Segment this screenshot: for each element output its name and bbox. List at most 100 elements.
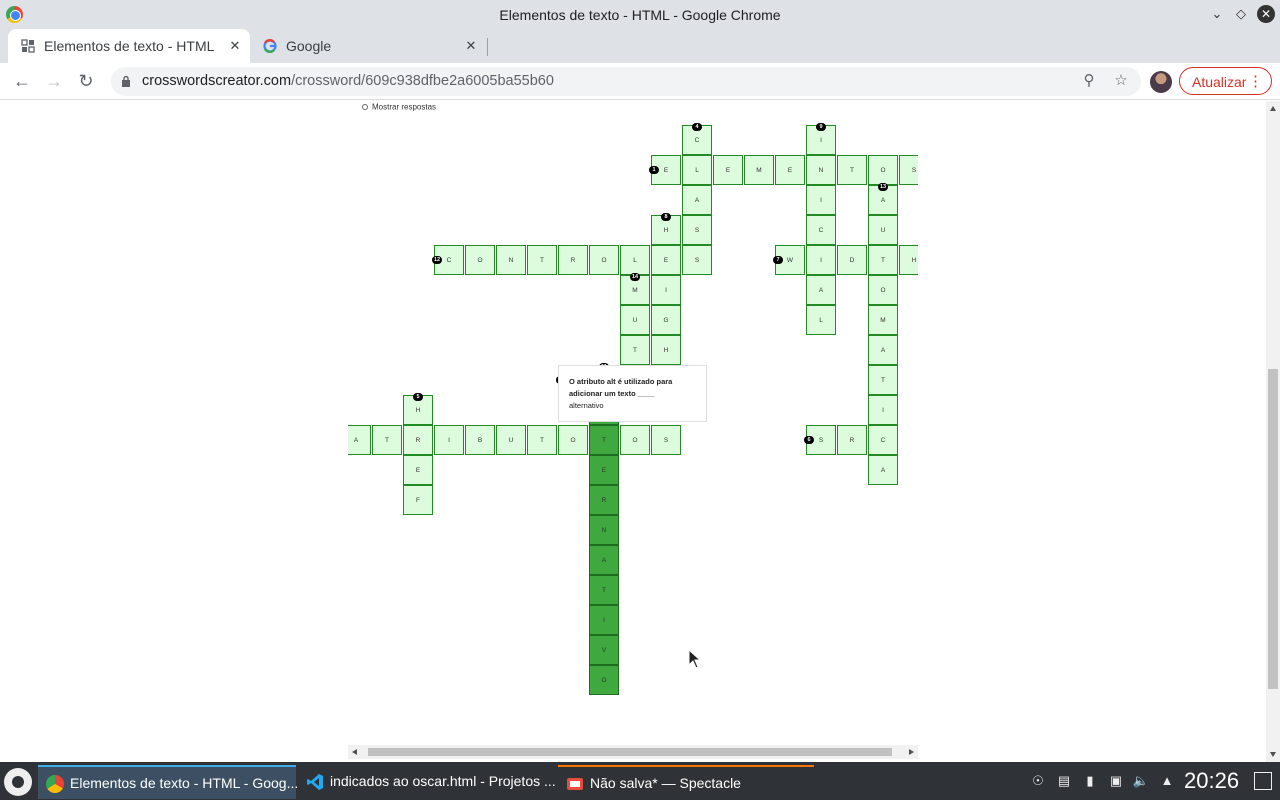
bookmark-star-icon[interactable]: ☆	[1112, 72, 1130, 90]
crossword-cell[interactable]: T	[527, 425, 557, 455]
crossword-cell[interactable]: V	[589, 635, 619, 665]
crossword-cell[interactable]: M	[744, 155, 774, 185]
task-label: Elementos de texto - HTML - Goog...	[70, 775, 299, 791]
minimize-icon[interactable]: ⌄	[1208, 5, 1226, 23]
crossword-cell[interactable]: C	[806, 215, 836, 245]
crossword-cell[interactable]: H	[899, 245, 918, 275]
crossword-cell[interactable]: I	[806, 245, 836, 275]
profile-avatar[interactable]	[1150, 71, 1172, 93]
horizontal-scrollbar[interactable]	[348, 745, 918, 759]
crossword-cell[interactable]: N	[806, 155, 836, 185]
crossword-cell[interactable]: N	[589, 515, 619, 545]
crossword-cell[interactable]: I	[651, 275, 681, 305]
scroll-right-icon[interactable]	[909, 749, 914, 755]
crossword-cell[interactable]: R	[837, 425, 867, 455]
crossword-cell[interactable]: O	[868, 275, 898, 305]
device-icon[interactable]: ▮	[1081, 772, 1099, 790]
maximize-icon[interactable]: ◇	[1232, 5, 1250, 23]
crossword-cell[interactable]: I	[589, 605, 619, 635]
crossword-cell[interactable]: S	[682, 245, 712, 275]
crossword-cell[interactable]: H	[651, 335, 681, 365]
crossword-cell[interactable]: T	[868, 245, 898, 275]
scrollbar-thumb[interactable]	[368, 748, 892, 756]
crossword-cell[interactable]: O	[589, 665, 619, 695]
crossword-cell[interactable]: U	[620, 305, 650, 335]
crossword-cell[interactable]: S	[682, 215, 712, 245]
crossword-cell[interactable]: A	[589, 545, 619, 575]
tray-expand-icon[interactable]: ▲	[1158, 772, 1176, 790]
forward-icon[interactable]: →	[43, 70, 65, 92]
close-window-icon[interactable]: ✕	[1257, 5, 1275, 23]
task-vscode[interactable]: indicados ao oscar.html - Projetos ...	[298, 765, 556, 799]
crossword-cell[interactable]: U	[496, 425, 526, 455]
network-icon[interactable]: ▣	[1107, 772, 1125, 790]
crossword-cell[interactable]: S	[651, 425, 681, 455]
crossword-cell[interactable]: O	[465, 245, 495, 275]
clock[interactable]: 20:26	[1184, 768, 1239, 794]
crossword-cell[interactable]: E	[403, 455, 433, 485]
network-manager-icon[interactable]: ☉	[1029, 772, 1047, 790]
crossword-cell[interactable]: O	[558, 425, 588, 455]
scroll-down-icon[interactable]	[1270, 752, 1276, 757]
crossword-cell[interactable]: E	[713, 155, 743, 185]
volume-icon[interactable]: 🔈	[1132, 772, 1150, 790]
app-launcher-icon[interactable]	[4, 768, 32, 796]
clipboard-icon[interactable]: ▤	[1055, 772, 1073, 790]
crossword-cell[interactable]: E	[589, 455, 619, 485]
crossword-cell[interactable]: I	[868, 395, 898, 425]
tab-google[interactable]: Google ✕	[250, 29, 486, 63]
show-desktop-icon[interactable]	[1254, 772, 1272, 790]
crossword-cell[interactable]: T	[527, 245, 557, 275]
crossword-cell[interactable]: T	[372, 425, 402, 455]
crossword-cell[interactable]: A	[682, 185, 712, 215]
crossword-cell[interactable]: L	[682, 155, 712, 185]
crossword-cell[interactable]: O	[620, 425, 650, 455]
scroll-up-icon[interactable]	[1270, 106, 1276, 111]
crossword-cell[interactable]: M	[868, 305, 898, 335]
crossword-cell[interactable]: T	[620, 335, 650, 365]
crossword-cell[interactable]: G	[651, 305, 681, 335]
crossword-cell[interactable]: E	[651, 245, 681, 275]
crossword-cell[interactable]: R	[403, 425, 433, 455]
crossword-cell[interactable]: I	[434, 425, 464, 455]
crossword-cell[interactable]: S	[899, 155, 918, 185]
scroll-left-icon[interactable]	[352, 749, 357, 755]
zoom-icon[interactable]: ⚲	[1080, 72, 1098, 90]
crossword-cell[interactable]: I	[806, 185, 836, 215]
crossword-cell[interactable]: T	[868, 365, 898, 395]
crossword-cell[interactable]: B	[465, 425, 495, 455]
crossword-cell[interactable]: E	[775, 155, 805, 185]
crossword-cell[interactable]: F	[403, 485, 433, 515]
address-bar[interactable]: crosswordscreator.com/crossword/609c938d…	[111, 67, 1141, 96]
menu-dots-icon[interactable]: ⋮	[1248, 72, 1263, 90]
crossword-cell[interactable]: L	[806, 305, 836, 335]
crossword-cell[interactable]: T	[837, 155, 867, 185]
back-icon[interactable]: ←	[11, 70, 33, 92]
crossword-cell[interactable]: L	[620, 245, 650, 275]
scrollbar-thumb[interactable]	[1268, 369, 1278, 689]
reload-icon[interactable]: ↻	[75, 70, 97, 92]
crossword-cell[interactable]: A	[806, 275, 836, 305]
crossword-cell[interactable]: A	[348, 425, 371, 455]
update-button[interactable]: Atualizar ⋮	[1179, 67, 1272, 95]
crossword-cell[interactable]: R	[558, 245, 588, 275]
crossword-cell[interactable]: A	[868, 335, 898, 365]
crossword-cell[interactable]: C	[868, 425, 898, 455]
crossword-cell[interactable]: D	[837, 245, 867, 275]
vertical-scrollbar[interactable]	[1266, 101, 1280, 762]
task-chrome[interactable]: Elementos de texto - HTML - Goog...	[38, 765, 299, 799]
crossword-cell[interactable]: N	[496, 245, 526, 275]
crossword-cell[interactable]: O	[589, 245, 619, 275]
crossword-cell[interactable]: T	[589, 425, 619, 455]
url-domain: crosswordscreator.com	[142, 73, 292, 89]
crossword-cell[interactable]: A	[868, 455, 898, 485]
crossword-cell[interactable]: T	[589, 575, 619, 605]
crossword-cell[interactable]: R	[589, 485, 619, 515]
close-tab-icon[interactable]: ✕	[226, 37, 244, 55]
crossword-cell[interactable]: U	[868, 215, 898, 245]
tab-crossword[interactable]: Elementos de texto - HTML ✕	[8, 29, 250, 63]
task-spectacle[interactable]: Não salva* — Spectacle	[558, 765, 814, 799]
spectacle-icon	[567, 778, 583, 790]
close-tab-icon[interactable]: ✕	[462, 37, 480, 55]
crossword-cell[interactable]: O	[868, 155, 898, 185]
